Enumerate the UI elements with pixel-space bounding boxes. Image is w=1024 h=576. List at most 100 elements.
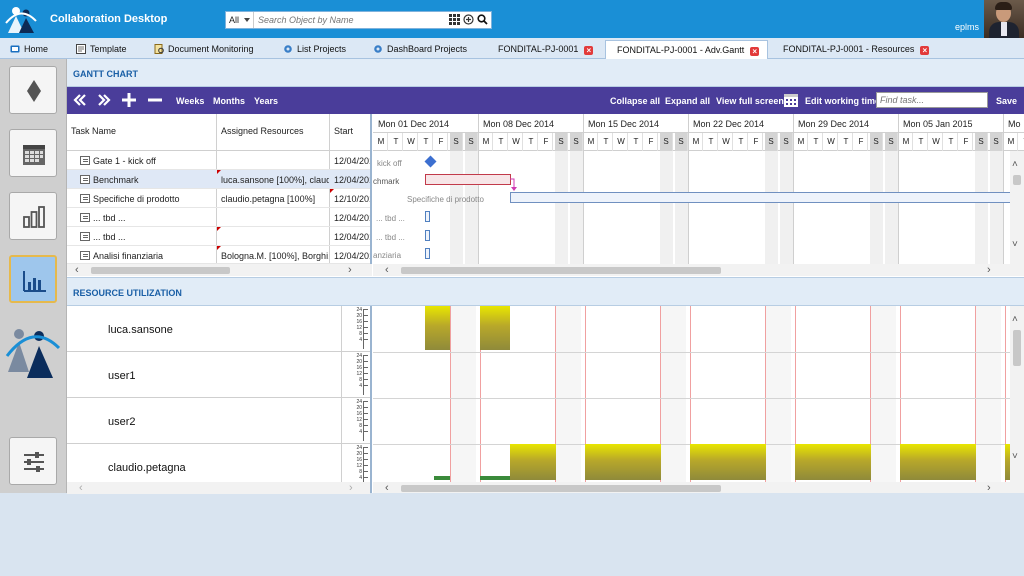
chevron-down-icon[interactable]: ˅ — [1012, 239, 1018, 250]
close-tab-icon[interactable]: × — [584, 46, 594, 55]
day-cell: M — [585, 133, 598, 151]
utilization-bar[interactable] — [425, 306, 450, 350]
chevron-up-icon[interactable]: ˄ — [1012, 314, 1018, 325]
chevron-right-icon[interactable]: › — [348, 264, 352, 276]
view-full-screen-button[interactable]: View full screen — [716, 96, 784, 106]
zoom-out-icon[interactable] — [147, 92, 163, 108]
gantt-vertical-scrollbar[interactable]: ˄ ˅ — [1010, 151, 1024, 264]
day-cell: T — [495, 133, 508, 151]
chevron-left-icon[interactable]: ‹ — [385, 264, 389, 276]
day-cell: S — [765, 133, 778, 151]
table-row[interactable]: ... tbd ... 12/04/2014 — [67, 227, 370, 246]
table-row[interactable]: Analisi finanziaria Bologna.M. [100%], B… — [67, 246, 370, 264]
chevron-up-icon[interactable]: ˄ — [1012, 159, 1018, 170]
utilization-bar[interactable] — [434, 476, 450, 480]
day-cell: W — [720, 133, 733, 151]
weeks-button[interactable]: Weeks — [176, 96, 204, 106]
top-bar: Collaboration Desktop All eplms — [0, 0, 1024, 38]
chevron-right-icon[interactable]: › — [987, 482, 991, 493]
gear-icon — [374, 45, 382, 53]
sidebar-resource-chart-button[interactable] — [9, 255, 57, 303]
task-bar-tbd[interactable] — [425, 230, 430, 241]
utilization-bar[interactable] — [900, 444, 976, 480]
close-tab-icon[interactable]: × — [920, 46, 930, 55]
resource-row[interactable]: user2 24 20 16 12 8 4 — [67, 398, 370, 444]
resource-row[interactable]: user1 24 20 16 12 8 4 — [67, 352, 370, 398]
close-tab-icon[interactable]: × — [750, 47, 760, 56]
task-bar-benchmark[interactable] — [425, 174, 511, 185]
gantt-horizontal-scrollbar[interactable]: ‹ › — [373, 264, 1024, 276]
table-row[interactable]: Benchmark luca.sansone [100%], claudio.p… — [67, 170, 370, 189]
tab-resources[interactable]: FONDITAL-PJ-0001 - Resources × — [783, 40, 930, 59]
tab-dashboard-projects[interactable]: DashBoard Projects — [373, 40, 467, 59]
day-cell: T — [600, 133, 613, 151]
sidebar-stats-button[interactable] — [9, 192, 57, 240]
utilization-bar[interactable] — [480, 306, 510, 350]
search-input[interactable] — [256, 12, 446, 28]
edit-working-time-button[interactable]: Edit working time — [805, 96, 880, 106]
gantt-toolbar: Weeks Months Years Collapse all Expand a… — [67, 87, 1024, 114]
avatar[interactable] — [984, 0, 1024, 38]
scroll-right-icon[interactable] — [96, 92, 112, 108]
utilization-bar[interactable] — [480, 476, 510, 480]
task-bar-specifiche[interactable] — [510, 192, 1024, 203]
resource-row[interactable]: claudio.petagna 24 20 16 12 8 4 — [67, 444, 370, 490]
template-icon — [76, 44, 86, 54]
table-row[interactable]: Specifiche di prodotto claudio.petagna [… — [67, 189, 370, 208]
calendar-icon[interactable] — [783, 92, 799, 108]
utilization-bar[interactable] — [795, 444, 871, 480]
table-row[interactable]: ... tbd ... 12/04/2014 — [67, 208, 370, 227]
utilization-bar[interactable] — [585, 444, 661, 480]
sidebar-settings-button[interactable] — [9, 437, 57, 485]
milestone-diamond-icon[interactable] — [424, 155, 437, 168]
years-button[interactable]: Years — [254, 96, 278, 106]
gear-icon — [284, 45, 292, 53]
tab-list-projects[interactable]: List Projects — [283, 40, 346, 59]
resource-row[interactable]: luca.sansone 24 20 16 12 8 4 — [67, 306, 370, 352]
sidebar-milestone-button[interactable] — [9, 66, 57, 114]
utilization-bar[interactable] — [690, 444, 766, 480]
resource-chart-scrollbar[interactable]: ‹ › — [373, 482, 1024, 493]
tab-adv-gantt[interactable]: FONDITAL-PJ-0001 - Adv.Gantt × — [605, 40, 769, 59]
chevron-down-icon[interactable]: ˅ — [1012, 451, 1018, 462]
diamond-icon — [27, 80, 41, 102]
zoom-in-icon[interactable] — [121, 92, 137, 108]
chevron-left-icon[interactable]: ‹ — [385, 482, 389, 493]
chevron-left-icon[interactable]: ‹ — [79, 482, 83, 494]
day-cell: T — [840, 133, 853, 151]
save-button[interactable]: Save — [996, 96, 1017, 106]
add-circle-icon[interactable] — [463, 14, 474, 25]
tab-home[interactable]: Home — [10, 40, 48, 59]
task-bar-tbd[interactable] — [425, 211, 430, 222]
search-scope-select[interactable]: All — [226, 12, 254, 28]
find-task-input[interactable] — [876, 92, 988, 108]
grid-icon[interactable] — [449, 14, 460, 25]
day-cell: T — [810, 133, 823, 151]
chevron-right-icon[interactable]: › — [349, 482, 353, 494]
expand-all-button[interactable]: Expand all — [665, 96, 710, 106]
chevron-right-icon[interactable]: › — [987, 264, 991, 276]
tab-project[interactable]: FONDITAL-PJ-0001 × — [498, 40, 594, 59]
global-search[interactable]: All — [225, 11, 492, 29]
day-cell: W — [930, 133, 943, 151]
resource-table-scrollbar[interactable]: ‹ › — [67, 482, 370, 494]
document-monitoring-icon — [154, 44, 164, 54]
tab-document-monitoring[interactable]: Document Monitoring — [154, 40, 254, 59]
resource-vertical-scrollbar[interactable]: ˄ ˅ — [1010, 306, 1024, 482]
chevron-left-icon[interactable]: ‹ — [75, 264, 79, 276]
utilization-bar[interactable] — [510, 444, 556, 480]
resource-utilization-chart: ˄ ˅ ‹ › — [373, 306, 1024, 493]
search-icon[interactable] — [477, 14, 488, 25]
table-horizontal-scrollbar[interactable]: ‹ › — [67, 264, 372, 276]
task-bar-analisi[interactable] — [425, 248, 430, 259]
column-start[interactable]: Start — [334, 126, 353, 136]
username[interactable]: eplms — [955, 22, 979, 32]
tab-template[interactable]: Template — [76, 40, 127, 59]
scroll-left-icon[interactable] — [72, 92, 88, 108]
sidebar-calendar-button[interactable] — [9, 129, 57, 177]
months-button[interactable]: Months — [213, 96, 245, 106]
column-assigned-resources[interactable]: Assigned Resources — [221, 126, 304, 136]
collapse-all-button[interactable]: Collapse all — [610, 96, 660, 106]
column-task-name[interactable]: Task Name — [71, 126, 116, 136]
table-row[interactable]: Gate 1 - kick off 12/04/2014 — [67, 151, 370, 170]
